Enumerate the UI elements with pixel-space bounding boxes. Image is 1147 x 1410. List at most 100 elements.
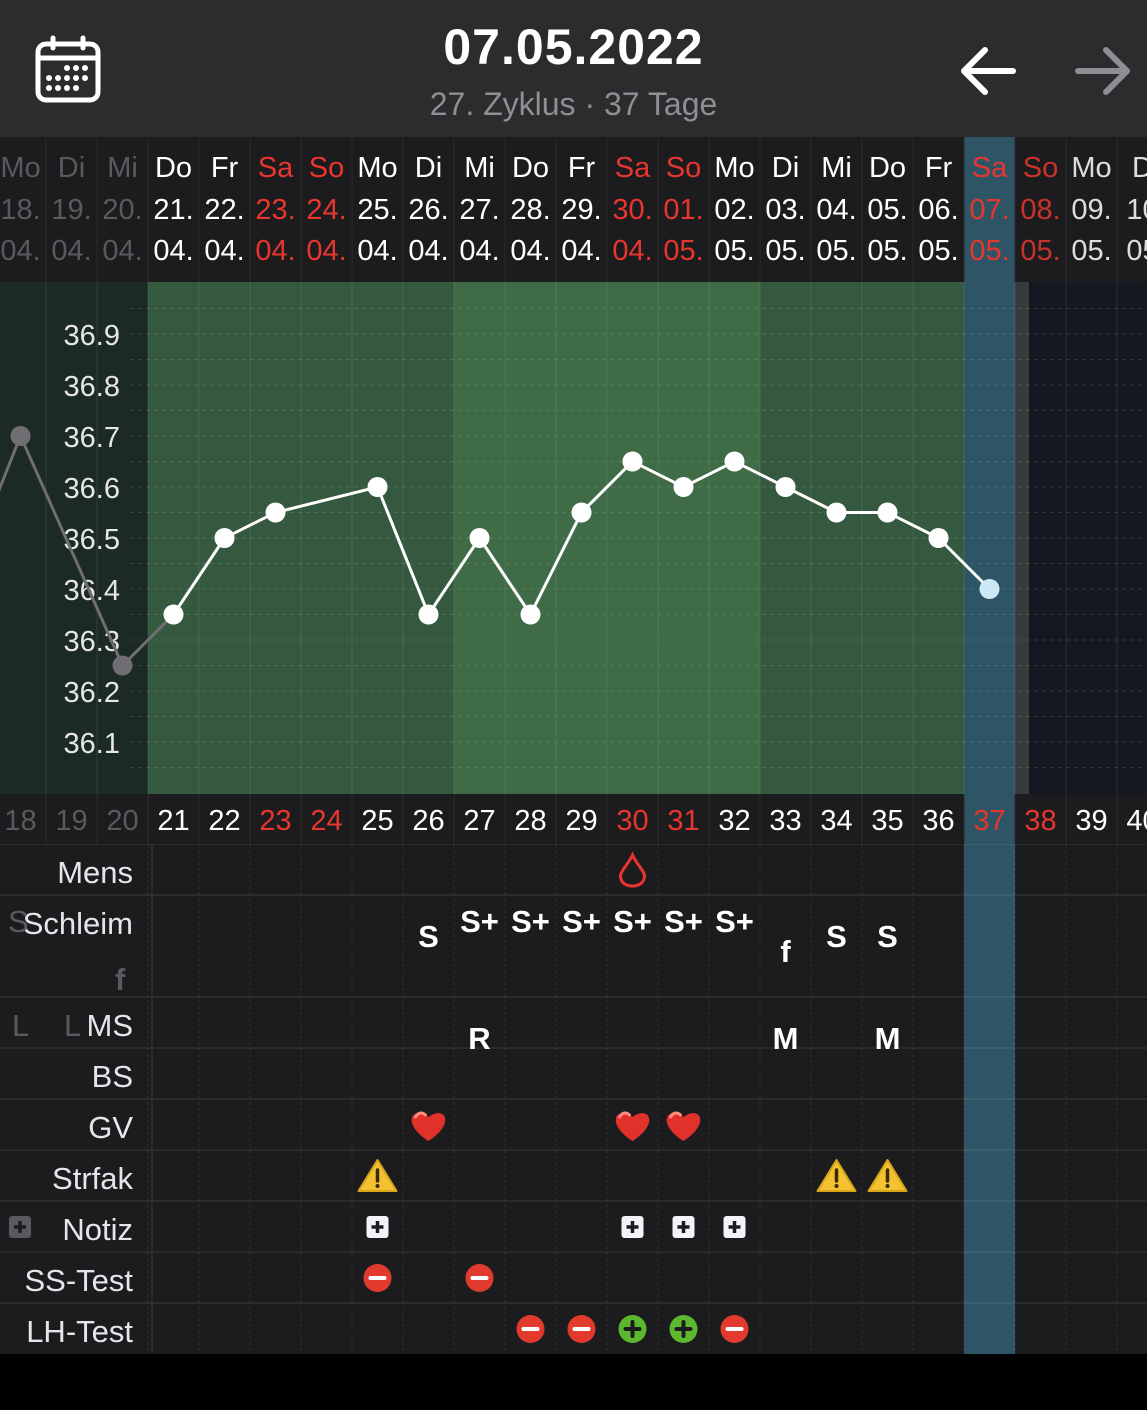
y-tick-label: 36.9 (64, 320, 120, 352)
month-label: 04. (0, 235, 40, 267)
cycle-day-number: 23 (259, 805, 291, 837)
day-label: 20. (102, 194, 142, 226)
observation-grid[interactable]: Mens Schleim Sf S S+ S+ S+ S+ S+ S+ f S S MS L L R M M BS GV… (0, 843, 1147, 1354)
cycle-day-number: 27 (463, 805, 495, 837)
cycle-day-number: 22 (208, 805, 240, 837)
temperature-point (214, 528, 235, 548)
day-label: 18. (0, 194, 40, 226)
cycle-day-number: 19 (55, 805, 87, 837)
day-label: 04. (816, 194, 856, 226)
observation-value: f (780, 934, 791, 969)
previous-day-button[interactable] (955, 40, 1021, 102)
weekday-label: Fr (568, 152, 596, 184)
temperature-point (775, 477, 796, 497)
month-label: 05. (969, 235, 1009, 267)
previous-cycle-point (112, 655, 133, 676)
day-label: 05. (867, 194, 907, 226)
cycle-day-number: 29 (565, 805, 597, 837)
weekday-label: So (1023, 152, 1058, 184)
row-label: LH-Test (26, 1314, 133, 1349)
day-label: 10 (1126, 194, 1147, 226)
cycle-day-number: 25 (361, 805, 393, 837)
observation-value: S+ (511, 904, 550, 939)
cycle-day-number: 20 (106, 805, 138, 837)
cycle-day-number: 33 (769, 805, 801, 837)
month-label: 05. (714, 235, 754, 267)
row-label: Strfak (52, 1161, 133, 1196)
temperature-point (571, 502, 592, 523)
weekday-label: Mo (714, 152, 754, 184)
temperature-point (979, 579, 1000, 599)
weekday-label: Fr (925, 152, 953, 184)
day-label: 19. (51, 194, 91, 226)
row-lms: MSL L R M M (12, 1008, 900, 1056)
month-label: 04. (51, 235, 91, 267)
weekday-label: Do (869, 152, 906, 184)
cycle-day-number: 30 (616, 805, 648, 837)
cycle-day-number: 28 (514, 805, 546, 837)
month-label: 04. (306, 235, 346, 267)
observation-value: S+ (562, 904, 601, 939)
cycle-day-numbers: 18 19 20 21 22 23 24 25 26 27 28 29 30 31 32 33 34 35 36 37… (4, 794, 1147, 844)
month-label: 04. (255, 235, 295, 267)
row-gv: GV (88, 1110, 701, 1145)
observation-value: S (826, 919, 847, 954)
day-label: 24. (306, 194, 346, 226)
weekday-label: Do (155, 152, 192, 184)
day-label: 29. (561, 194, 601, 226)
weekday-label: Di (772, 152, 799, 184)
cycle-day-number: 18 (4, 805, 36, 837)
month-label: 04. (153, 235, 193, 267)
weekday-label: So (666, 152, 701, 184)
cycle-day-number: 36 (922, 805, 954, 837)
observation-value: S+ (613, 904, 652, 939)
cycle-day-number: 39 (1075, 805, 1107, 837)
month-label: 05. (663, 235, 703, 267)
row-mens: Mens (57, 851, 647, 890)
y-tick-label: 36.4 (64, 575, 120, 607)
temperature-point (622, 451, 643, 472)
temperature-chart-svg: 36.936.836.736.636.536.436.336.236.1 (0, 282, 1147, 794)
cycle-day-number: 26 (412, 805, 444, 837)
row-bs: BS (92, 1059, 133, 1094)
row-lhtest: LH-Test (26, 1314, 749, 1349)
weekday-label: Sa (615, 152, 651, 184)
weekday-label: Fr (211, 152, 239, 184)
month-label: 05. (1071, 235, 1111, 267)
day-label: 23. (255, 194, 295, 226)
day-label: 02. (714, 194, 754, 226)
weekday-label: Mi (821, 152, 852, 184)
observation-value: M (875, 1021, 901, 1056)
row-notiz: Notiz (9, 1212, 746, 1247)
row-label: SS-Test (24, 1263, 133, 1298)
row-strfak: Strfak (52, 1159, 908, 1196)
arrow-left-icon (961, 47, 1016, 95)
observation-value: S+ (664, 904, 703, 939)
next-day-button[interactable] (1070, 40, 1136, 102)
observation-value: S (877, 919, 898, 954)
menstruation-drop-icon (618, 851, 647, 888)
previous-cycle-ghost: f (115, 962, 126, 997)
month-label: 05 (1126, 235, 1147, 267)
day-label: 26. (408, 194, 448, 226)
day-label: 01. (663, 194, 703, 226)
row-label: BS (92, 1059, 133, 1094)
day-label: 07. (969, 194, 1009, 226)
weekday-label: Mo (1071, 152, 1111, 184)
row-label: Schleim (23, 906, 133, 941)
date-header-row: Mo 18. 04. Di 19. 04. Mi 20. 04. Do 21. 04. Fr 22. 04.… (0, 137, 1147, 282)
month-label: 05. (1020, 235, 1060, 267)
temperature-point (418, 604, 439, 625)
previous-cycle-ghost: L (12, 1008, 29, 1043)
temperature-chart[interactable]: 36.9 36.8 36.7 36.6 36.5 36.4 36.3 36.2 36.1 (0, 282, 1147, 794)
previous-cycle-ghost: L (64, 1008, 81, 1043)
warning-dot (834, 1184, 839, 1188)
day-label: 09. (1071, 194, 1111, 226)
observation-value: S (418, 919, 439, 954)
weekday-label: Mi (464, 152, 495, 184)
temperature-point (163, 604, 184, 625)
month-label: 05. (765, 235, 805, 267)
y-tick-label: 36.2 (64, 677, 120, 709)
observation-value: R (468, 1021, 490, 1056)
weekday-label: So (309, 152, 344, 184)
